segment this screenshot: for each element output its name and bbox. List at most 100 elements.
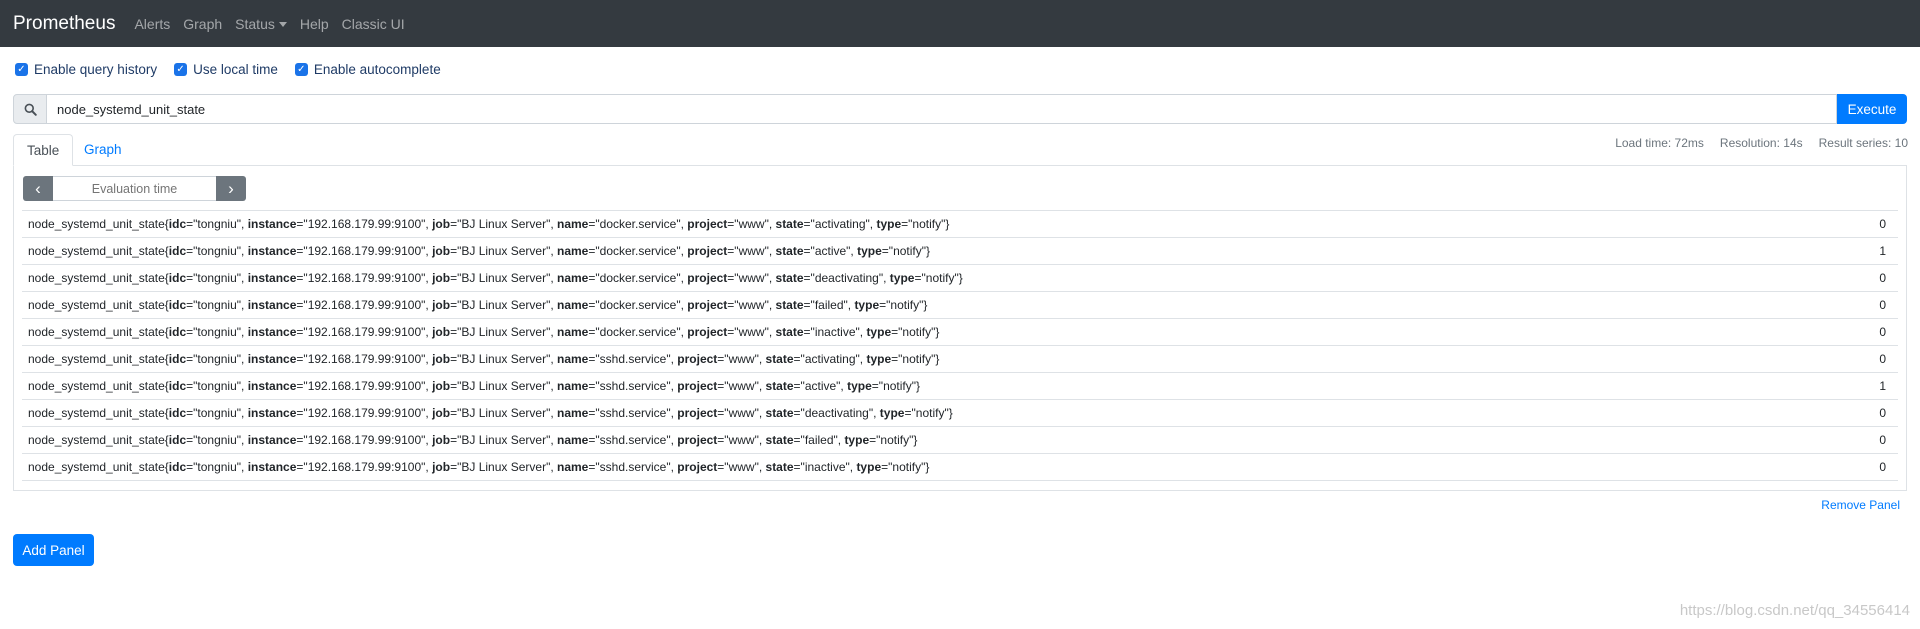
label-value-state: failed — [804, 433, 834, 447]
label-value-project: www — [738, 325, 765, 339]
label-value-job: BJ Linux Server — [461, 217, 547, 231]
series-label: node_systemd_unit_state{idc="tongniu", i… — [22, 426, 1838, 454]
resolution: Resolution: 14s — [1719, 136, 1803, 150]
nav-status-label: Status — [235, 15, 275, 32]
sample-value: 0 — [1838, 426, 1898, 454]
add-panel-button[interactable]: Add Panel — [13, 534, 94, 566]
label-value-idc: tongniu — [197, 433, 237, 447]
label-value-state: activating — [814, 217, 866, 231]
chevron-right-icon: › — [228, 178, 234, 198]
sample-value: 0 — [1838, 318, 1898, 346]
next-time-button[interactable]: › — [216, 176, 246, 201]
metric-name: node_systemd_unit_state — [28, 352, 165, 366]
results-table: node_systemd_unit_state{idc="tongniu", i… — [22, 210, 1898, 481]
nav-graph[interactable]: Graph — [183, 16, 222, 32]
checkbox-checked-icon[interactable]: ✓ — [15, 63, 28, 76]
table-row: node_systemd_unit_state{idc="tongniu", i… — [22, 210, 1898, 238]
table-row: node_systemd_unit_state{idc="tongniu", i… — [22, 237, 1898, 265]
nav-alerts[interactable]: Alerts — [134, 16, 170, 32]
label-value-idc: tongniu — [197, 406, 237, 420]
checkbox-checked-icon[interactable]: ✓ — [294, 63, 308, 76]
sample-value: 0 — [1838, 291, 1898, 319]
label-value-project: www — [728, 433, 755, 447]
label-value-idc: tongniu — [197, 325, 237, 339]
metric-name: node_systemd_unit_state — [28, 271, 165, 285]
label-value-name: docker.service — [599, 271, 677, 285]
nav-classic-ui[interactable]: Classic UI — [342, 16, 405, 32]
evaluation-time-control: ‹ › — [23, 176, 246, 201]
series-label: node_systemd_unit_state{idc="tongniu", i… — [22, 453, 1838, 481]
series-label: node_systemd_unit_state{idc="tongniu", i… — [22, 345, 1838, 373]
label-value-instance: 192.168.179.99:9100 — [307, 217, 422, 231]
series-label: node_systemd_unit_state{idc="tongniu", i… — [22, 237, 1838, 265]
label-value-state: activating — [804, 352, 856, 366]
metric-name: node_systemd_unit_state — [28, 298, 165, 312]
autocomplete-label: Enable autocomplete — [313, 62, 441, 77]
metric-name: node_systemd_unit_state — [28, 379, 165, 393]
label-value-job: BJ Linux Server — [461, 244, 547, 258]
label-value-project: www — [728, 352, 755, 366]
query-bar: Execute — [13, 94, 1907, 124]
label-value-job: BJ Linux Server — [461, 298, 547, 312]
label-value-project: www — [728, 406, 755, 420]
nav-help[interactable]: Help — [300, 16, 329, 32]
search-icon — [13, 94, 47, 124]
label-value-name: docker.service — [599, 298, 677, 312]
chevron-left-icon: ‹ — [35, 178, 41, 198]
table-row: node_systemd_unit_state{idc="tongniu", i… — [22, 345, 1898, 373]
label-value-idc: tongniu — [197, 460, 237, 474]
label-value-job: BJ Linux Server — [461, 433, 547, 447]
label-value-project: www — [738, 217, 765, 231]
autocomplete-option[interactable]: ✓ Enable autocomplete — [294, 62, 441, 77]
execute-button[interactable]: Execute — [1837, 94, 1907, 124]
remove-panel-link[interactable]: Remove Panel — [1821, 498, 1900, 512]
label-value-project: www — [738, 298, 765, 312]
label-value-type: notify — [883, 379, 912, 393]
checkbox-checked-icon[interactable]: ✓ — [174, 63, 188, 76]
label-value-instance: 192.168.179.99:9100 — [307, 433, 422, 447]
label-value-name: sshd.service — [599, 352, 667, 366]
load-time: Load time: 72ms — [1615, 136, 1704, 150]
expression-input[interactable] — [47, 94, 1837, 124]
label-value-name: docker.service — [599, 244, 677, 258]
query-history-option[interactable]: ✓ Enable query history — [15, 62, 157, 77]
tab-graph[interactable]: Graph — [71, 134, 135, 166]
label-value-name: docker.service — [599, 325, 677, 339]
label-value-instance: 192.168.179.99:9100 — [307, 325, 422, 339]
table-row: node_systemd_unit_state{idc="tongniu", i… — [22, 291, 1898, 319]
metric-name: node_systemd_unit_state — [28, 217, 165, 231]
series-label: node_systemd_unit_state{idc="tongniu", i… — [22, 291, 1838, 319]
watermark: https://blog.csdn.net/qq_34556414 — [1679, 602, 1910, 619]
sample-value: 0 — [1838, 453, 1898, 481]
series-label: node_systemd_unit_state{idc="tongniu", i… — [22, 264, 1838, 292]
label-value-idc: tongniu — [197, 379, 237, 393]
label-value-job: BJ Linux Server — [461, 460, 547, 474]
nav-status[interactable]: Status — [235, 16, 287, 32]
label-value-type: notify — [925, 271, 955, 285]
brand-logo[interactable]: Prometheus — [13, 13, 115, 35]
label-value-idc: tongniu — [197, 244, 237, 258]
prev-time-button[interactable]: ‹ — [23, 176, 53, 201]
label-value-name: docker.service — [599, 217, 677, 231]
tab-table[interactable]: Table — [13, 134, 74, 166]
label-value-job: BJ Linux Server — [461, 325, 547, 339]
label-value-idc: tongniu — [197, 271, 237, 285]
metric-name: node_systemd_unit_state — [28, 406, 165, 420]
query-stats: Load time: 72ms Resolution: 14s Result s… — [1599, 136, 1908, 150]
label-value-type: notify — [892, 460, 922, 474]
metric-name: node_systemd_unit_state — [28, 460, 165, 474]
label-value-instance: 192.168.179.99:9100 — [307, 244, 422, 258]
label-value-name: sshd.service — [599, 406, 667, 420]
label-value-type: notify — [880, 433, 910, 447]
label-value-instance: 192.168.179.99:9100 — [307, 406, 422, 420]
series-label: node_systemd_unit_state{idc="tongniu", i… — [22, 210, 1838, 238]
label-value-type: notify — [902, 352, 932, 366]
evaluation-time-input[interactable] — [53, 176, 216, 201]
label-value-instance: 192.168.179.99:9100 — [307, 460, 422, 474]
local-time-option[interactable]: ✓ Use local time — [174, 62, 278, 77]
series-label: node_systemd_unit_state{idc="tongniu", i… — [22, 399, 1838, 427]
local-time-label: Use local time — [193, 62, 278, 77]
label-value-instance: 192.168.179.99:9100 — [307, 379, 422, 393]
table-row: node_systemd_unit_state{idc="tongniu", i… — [22, 372, 1898, 400]
query-history-label: Enable query history — [34, 62, 158, 77]
